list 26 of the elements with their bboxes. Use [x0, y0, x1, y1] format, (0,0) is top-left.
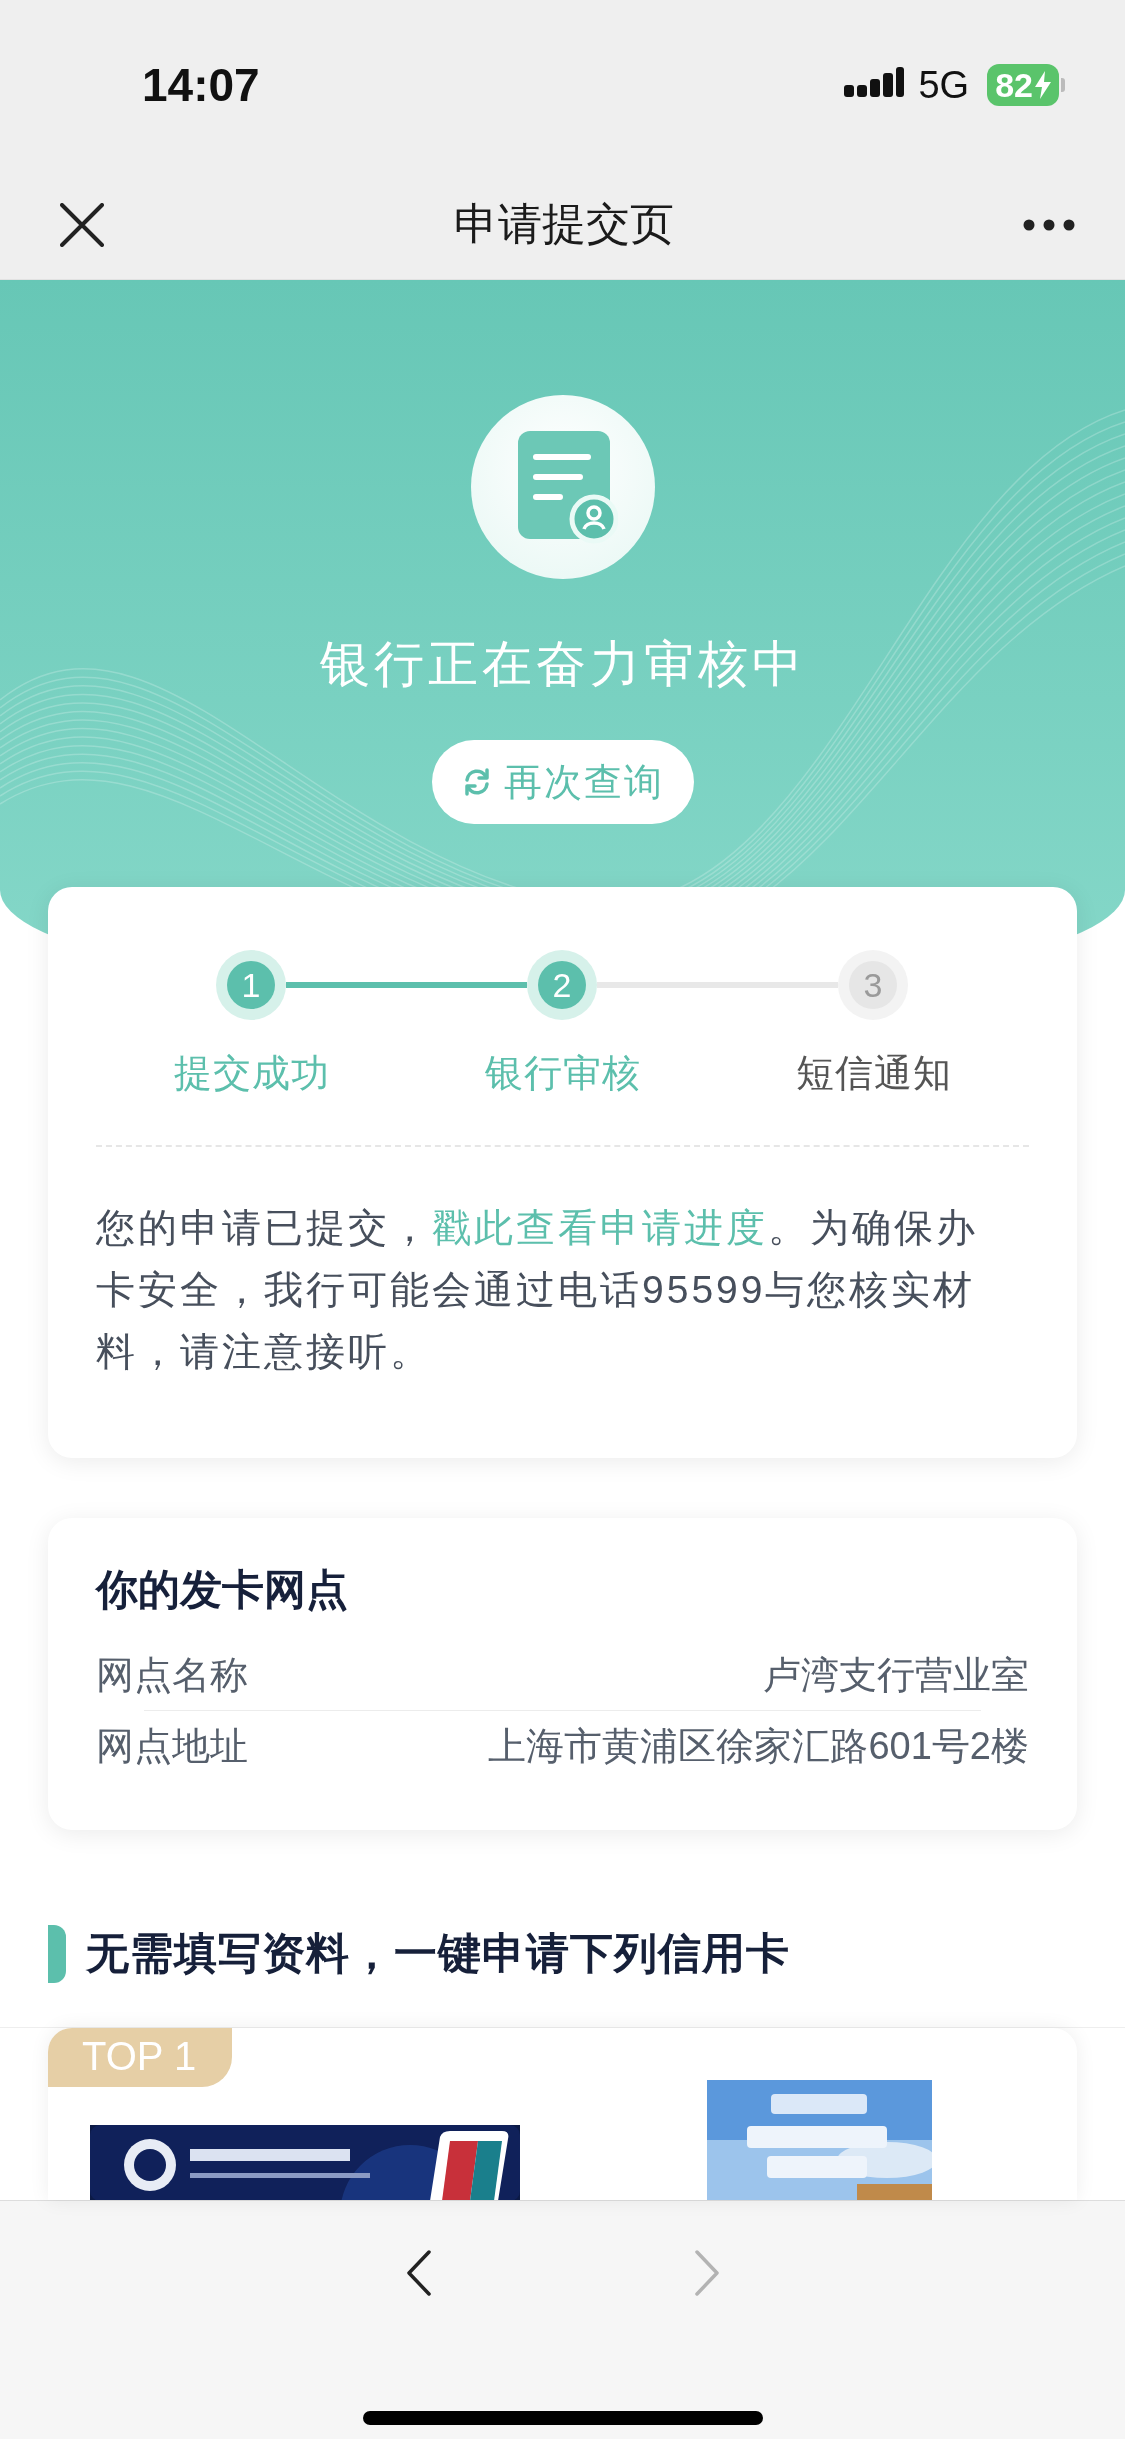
branch-value: 上海市黄浦区徐家汇路601号2楼	[488, 1723, 1029, 1769]
notice-text: 您的申请已提交，戳此查看申请进度。为确保办卡安全，我行可能会通过电话95599与您核实材料，请注意接听。	[96, 1205, 979, 1375]
review-status-title: 银行正在奋力审核中	[319, 635, 806, 694]
back-icon[interactable]	[405, 2249, 432, 2297]
progress-link[interactable]: 戳此查看申请进度	[432, 1206, 768, 1249]
step-marker: 1	[216, 950, 286, 1020]
branch-label: 网点地址	[96, 1723, 248, 1769]
battery-indicator: 82	[987, 64, 1059, 106]
step-label: 提交成功	[173, 1051, 330, 1096]
status-time: 14:07	[142, 58, 260, 112]
branch-label: 网点名称	[96, 1652, 248, 1698]
branch-title: 你的发卡网点	[96, 1565, 349, 1615]
section-title: 无需填写资料，一键申请下列信用卡	[86, 1927, 790, 1979]
section-marker	[48, 1924, 66, 1983]
step-marker: 2	[527, 950, 597, 1020]
rank-badge: TOP 1	[48, 2028, 233, 2087]
network-label: 5G	[918, 63, 970, 107]
page-title: 申请提交页	[453, 198, 674, 250]
step-label: 银行审核	[484, 1051, 641, 1096]
step-label: 短信通知	[795, 1051, 952, 1096]
product-card[interactable]: TOP 1	[48, 2028, 1077, 2200]
step-marker: 3	[838, 950, 908, 1020]
query-again-button[interactable]: 再次查询	[431, 740, 694, 824]
more-icon[interactable]	[1023, 218, 1075, 231]
close-icon[interactable]	[60, 202, 104, 247]
branch-value: 卢湾支行营业室	[763, 1652, 1029, 1698]
